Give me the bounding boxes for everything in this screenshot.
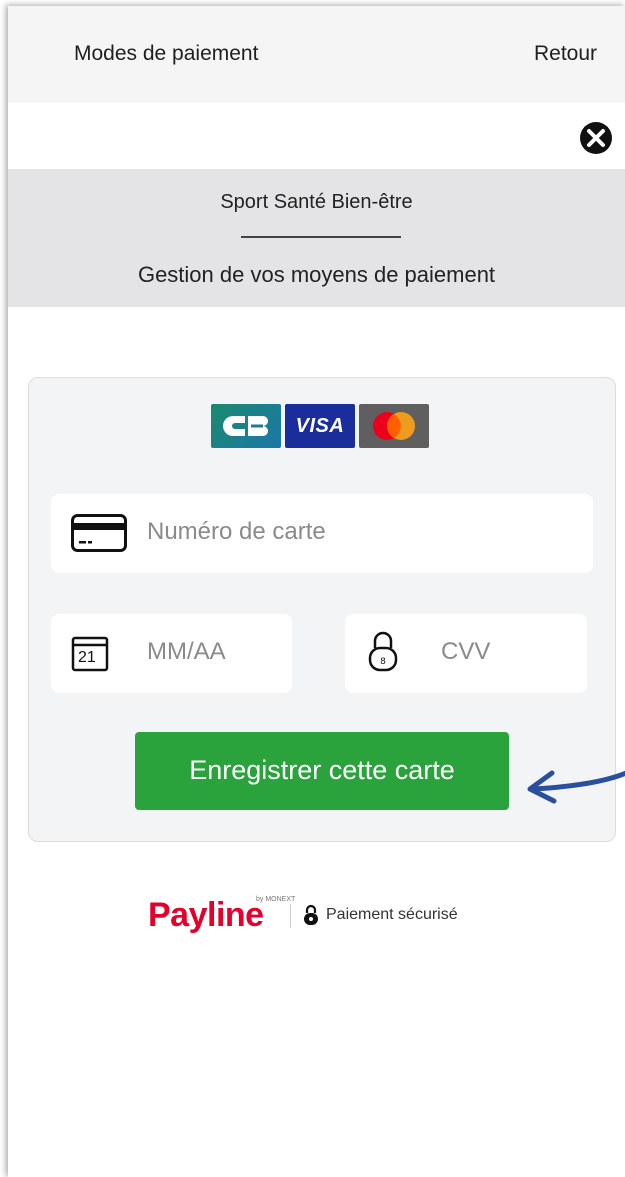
page-title: Modes de paiement (74, 42, 259, 65)
card-number-placeholder: Numéro de carte (147, 518, 326, 545)
footer-divider (290, 904, 291, 928)
cvv-field[interactable]: 8 CVV (345, 614, 587, 693)
merchant-banner: Sport Santé Bien-être Gestion de vos moy… (8, 169, 625, 307)
calendar-day: 21 (78, 649, 96, 666)
banner-divider (241, 236, 401, 238)
svg-text:8: 8 (380, 657, 386, 667)
visa-logo: VISA (285, 404, 355, 448)
back-link[interactable]: Retour (534, 42, 597, 66)
secure-footer: Payline by MONEXT Paiement sécurisé (148, 896, 508, 940)
payline-logo: Payline (148, 896, 264, 934)
credit-card-icon (71, 514, 127, 557)
secure-payment-label: Paiement sécurisé (326, 906, 458, 923)
mastercard-logo (359, 404, 429, 448)
card-brands: VISA (211, 404, 429, 448)
cvv-placeholder: CVV (441, 638, 491, 665)
card-number-field[interactable]: Numéro de carte (51, 494, 593, 573)
expiry-placeholder: MM/AA (147, 638, 226, 665)
close-icon[interactable] (578, 120, 614, 156)
top-bar: Modes de paiement Retour (8, 6, 625, 103)
annotation-arrow-icon (522, 761, 625, 814)
cb-logo (211, 404, 281, 448)
lock-icon: 8 (367, 630, 399, 677)
banner-subtitle: Gestion de vos moyens de paiement (137, 262, 496, 287)
app-frame: Modes de paiement Retour Sport Santé Bie… (8, 6, 625, 1177)
merchant-name: Sport Santé Bien-être (220, 191, 413, 213)
save-card-button[interactable]: Enregistrer cette carte (135, 732, 509, 810)
expiry-field[interactable]: 21 MM/AA (51, 614, 292, 693)
padlock-icon (303, 904, 319, 931)
payline-subtitle: by MONEXT (256, 896, 296, 903)
